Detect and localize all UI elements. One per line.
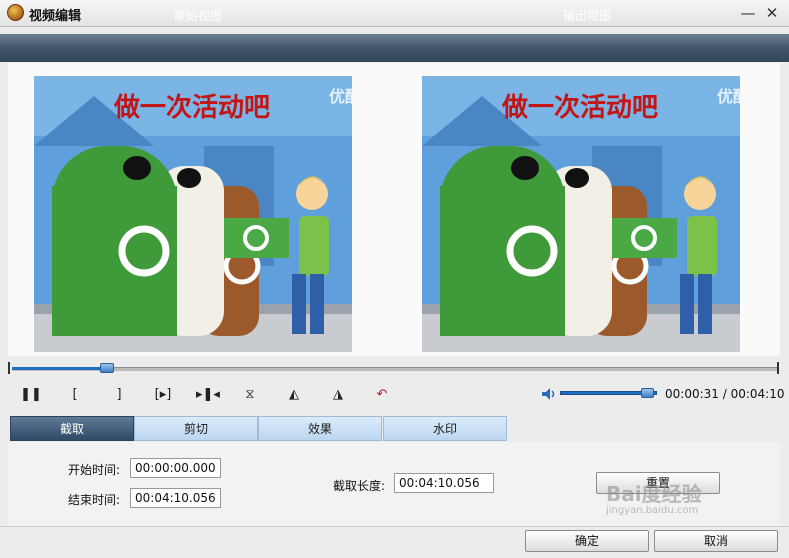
timeline-track[interactable]	[12, 367, 779, 371]
start-marker[interactable]	[8, 362, 14, 374]
footer-divider	[0, 526, 789, 527]
original-preview: 做一次活动吧 优酷	[34, 76, 352, 352]
end-marker[interactable]	[773, 362, 779, 374]
output-view-label: 输出视图	[562, 9, 611, 23]
volume-icon[interactable]	[541, 387, 557, 401]
logo-text: 优酷	[329, 87, 352, 106]
output-preview: 做一次活动吧 优酷	[422, 76, 740, 352]
start-time-field[interactable]	[130, 458, 221, 478]
end-time-label: 结束时间:	[68, 493, 121, 507]
tab-cut[interactable]: 剪切	[134, 416, 258, 441]
baidu-watermark: Bai度经验 jingyan.baidu.com	[606, 478, 756, 522]
step-forward-button[interactable]: [▸]	[150, 384, 176, 406]
watermark-url: jingyan.baidu.com	[606, 505, 699, 516]
app-icon	[7, 4, 24, 21]
timeline-handle[interactable]	[100, 363, 114, 373]
window-title: 视频编辑	[29, 9, 82, 24]
time-display: 00:00:31 / 00:04:10	[665, 387, 784, 401]
start-time-label: 开始时间:	[68, 463, 121, 477]
skip-end-button[interactable]: ▸❚◂	[195, 384, 221, 406]
length-field[interactable]	[394, 473, 494, 493]
timeline-progress	[12, 367, 107, 370]
minimize-button[interactable]: —	[738, 3, 758, 23]
view-header	[0, 34, 789, 62]
mark-in-button[interactable]: [	[64, 384, 86, 406]
close-button[interactable]: ✕	[762, 3, 782, 23]
end-time-field[interactable]	[130, 488, 221, 508]
flip-button[interactable]: ⧖	[239, 384, 261, 406]
length-label: 截取长度:	[333, 479, 386, 493]
headline-text: 做一次活动吧	[501, 93, 658, 123]
watermark-brand: Bai度经验	[606, 482, 702, 506]
current-time: 00:00:31	[665, 387, 719, 401]
undo-button[interactable]: ↶	[371, 384, 393, 406]
rotate-left-button[interactable]: ◭	[283, 384, 305, 406]
ok-button[interactable]: 确定	[525, 530, 649, 552]
pause-button[interactable]: ❚❚	[20, 384, 42, 406]
volume-handle[interactable]	[641, 388, 654, 398]
tab-effects[interactable]: 效果	[258, 416, 382, 441]
tab-watermark[interactable]: 水印	[383, 416, 507, 441]
logo-text: 优酷	[717, 87, 740, 106]
tab-trim[interactable]: 截取	[10, 416, 134, 441]
headline-text: 做一次活动吧	[113, 93, 270, 123]
original-view-label: 原始视图	[173, 9, 222, 23]
rotate-right-button[interactable]: ◮	[327, 384, 349, 406]
time-separator: /	[718, 387, 731, 401]
total-time: 00:04:10	[730, 387, 785, 401]
mark-out-button[interactable]: ]	[108, 384, 130, 406]
cancel-button[interactable]: 取消	[654, 530, 778, 552]
